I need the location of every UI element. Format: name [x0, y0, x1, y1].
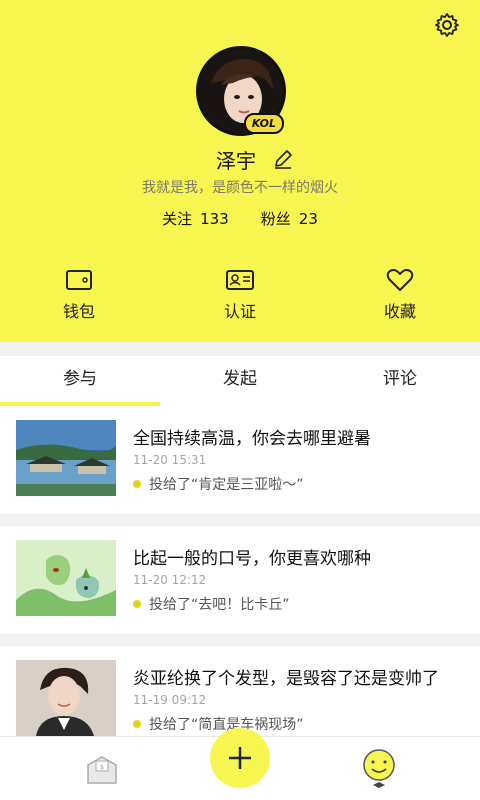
verify-label: 认证	[223, 302, 256, 321]
add-button[interactable]	[210, 728, 270, 788]
profile-header: KOL 泽宇 我就是我，是颜色不一样的烟火 关注 133 粉丝 23 钱包 认证…	[0, 0, 480, 342]
svg-text:$: $	[100, 764, 104, 771]
list-item[interactable]: 炎亚纶换了个发型，是毁容了还是变帅了 11-19 09:12 投给了“简直是车祸…	[0, 646, 480, 736]
avatar[interactable]: KOL	[196, 46, 286, 136]
vote-dot-icon	[133, 600, 141, 608]
profile-bio: 我就是我，是颜色不一样的烟火	[142, 180, 338, 196]
tab-participate[interactable]: 参与	[0, 356, 160, 406]
vote-text: 投给了“去吧！比卡丘”	[149, 597, 290, 613]
favorites-label: 收藏	[383, 302, 416, 321]
following-stat[interactable]: 关注 133	[162, 208, 229, 229]
vote-dot-icon	[133, 720, 141, 728]
fans-stat[interactable]: 粉丝 23	[261, 208, 318, 229]
wallet-label: 钱包	[62, 302, 95, 321]
following-count: 133	[200, 210, 229, 228]
item-title: 炎亚纶换了个发型，是毁容了还是变帅了	[133, 669, 439, 689]
thumbnail-image	[16, 420, 116, 496]
tab-comments[interactable]: 评论	[320, 356, 480, 406]
wallet-button[interactable]: 钱包	[39, 268, 119, 322]
pencil-icon[interactable]	[272, 148, 294, 170]
wallet-icon	[66, 270, 92, 290]
feed-list: 全国持续高温，你会去哪里避暑 11-20 15:31 投给了“肯定是三亚啦～” …	[0, 406, 480, 736]
fans-label: 粉丝	[260, 210, 291, 228]
item-time: 11-20 12:12	[133, 573, 207, 587]
item-title: 比起一般的口号，你更喜欢哪种	[133, 549, 371, 569]
smiley-icon[interactable]	[360, 747, 398, 791]
favorites-button[interactable]: 收藏	[360, 268, 440, 322]
heart-icon	[386, 269, 414, 291]
item-vote: 投给了“简直是车祸现场”	[133, 714, 304, 734]
vote-dot-icon	[133, 480, 141, 488]
quick-actions: 钱包 认证 收藏	[0, 268, 480, 328]
thumbnail-image	[16, 660, 116, 736]
profile-stats: 关注 133 粉丝 23	[0, 208, 480, 229]
item-time: 11-19 09:12	[133, 693, 207, 707]
item-title: 全国持续高温，你会去哪里避暑	[133, 429, 371, 449]
tab-initiate[interactable]: 发起	[160, 356, 320, 406]
plus-icon	[229, 747, 251, 769]
list-item[interactable]: 全国持续高温，你会去哪里避暑 11-20 15:31 投给了“肯定是三亚啦～”	[0, 406, 480, 514]
id-card-icon	[226, 270, 254, 290]
item-vote: 投给了“肯定是三亚啦～”	[133, 474, 304, 494]
fans-count: 23	[298, 210, 318, 228]
gear-icon[interactable]	[434, 12, 460, 38]
vote-text: 投给了“肯定是三亚啦～”	[149, 477, 304, 493]
item-vote: 投给了“去吧！比卡丘”	[133, 594, 290, 614]
inbox-icon[interactable]: $	[84, 751, 120, 787]
thumbnail-image	[16, 540, 116, 616]
kol-badge: KOL	[243, 113, 284, 134]
item-time: 11-20 15:31	[133, 453, 207, 467]
tab-bar: 参与 发起 评论	[0, 356, 480, 406]
profile-name: 泽宇	[216, 148, 256, 173]
following-label: 关注	[162, 210, 193, 228]
list-item[interactable]: 比起一般的口号，你更喜欢哪种 11-20 12:12 投给了“去吧！比卡丘”	[0, 526, 480, 634]
verify-button[interactable]: 认证	[200, 268, 280, 322]
